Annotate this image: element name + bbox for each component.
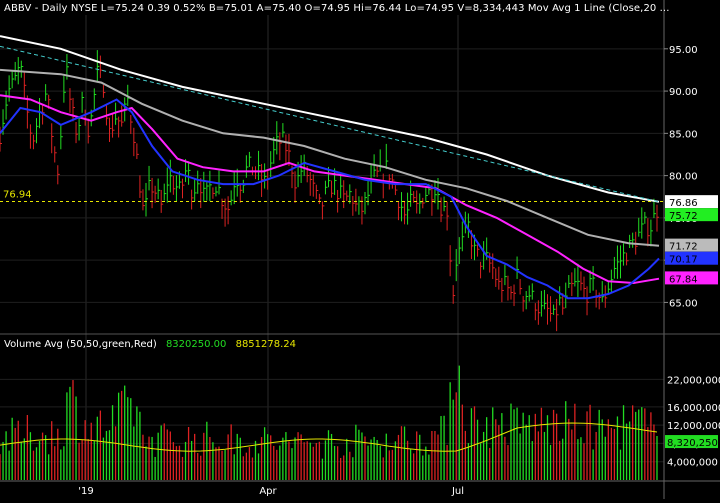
volume-axis-label: 22,000,000 xyxy=(667,375,720,386)
price-label-text: 76.86 xyxy=(669,198,698,209)
reference-line-label: 76.94 xyxy=(3,189,32,200)
price-axis-label: 90.00 xyxy=(669,87,698,98)
stock-chart: '19AprJul 76.94 95.0090.0085.0080.0075.0… xyxy=(0,0,720,499)
x-axis-label: Apr xyxy=(259,486,277,497)
price-label-text: 75.72 xyxy=(669,211,698,222)
volume-axis-label: 16,000,000 xyxy=(667,403,720,414)
volume-header-label: Volume Avg (50,50,green,Red) xyxy=(4,339,157,350)
x-axis-label: Jul xyxy=(451,486,464,497)
price-label-text: 70.17 xyxy=(669,255,698,266)
chart-header: ABBV - Daily NYSE L=75.24 0.39 0.52% B=7… xyxy=(4,3,670,14)
price-axis-label: 80.00 xyxy=(669,172,698,183)
price-label-text: 67.84 xyxy=(669,274,698,285)
price-axis-label: 95.00 xyxy=(669,45,698,56)
volume-header-value1: 8320250.00 xyxy=(165,339,227,350)
volume-header: Volume Avg (50,50,green,Red) 8320250.00 … xyxy=(4,339,302,350)
volume-axis-label: 12,000,000 xyxy=(667,421,720,432)
price-label-text: 71.72 xyxy=(669,242,698,253)
volume-axis-label: 4,000,000 xyxy=(667,458,718,469)
price-axis-label: 85.00 xyxy=(669,129,698,140)
chart-stage: '19AprJul 76.94 95.0090.0085.0080.0075.0… xyxy=(0,0,720,499)
volume-last-label-text: 8,320,250 xyxy=(667,438,718,449)
chart-background xyxy=(0,0,720,499)
price-axis-label: 65.00 xyxy=(669,298,698,309)
volume-header-value2: 8851278.24 xyxy=(235,339,297,350)
x-axis-label: '19 xyxy=(78,486,93,497)
